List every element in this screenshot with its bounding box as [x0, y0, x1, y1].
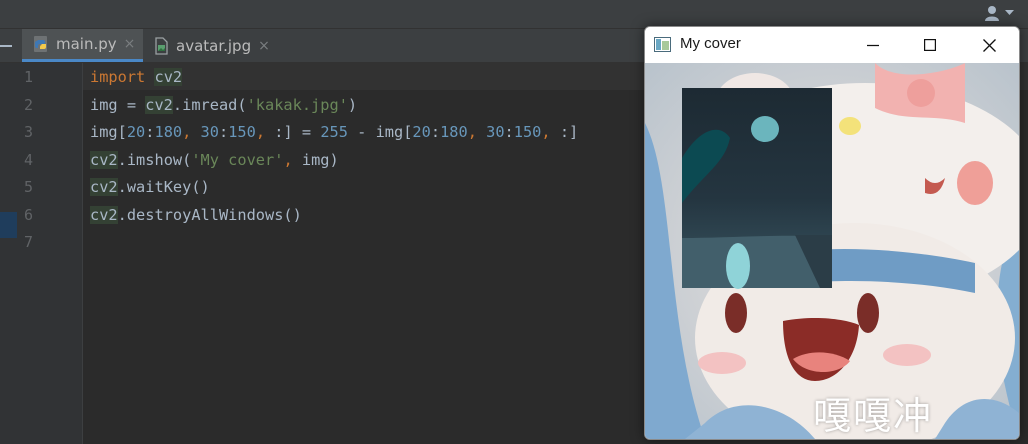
- code-token: cv2: [154, 68, 183, 86]
- minimize-icon: [867, 44, 879, 47]
- code-token: 'My cover': [191, 150, 284, 169]
- code-token: cv2: [145, 95, 173, 114]
- code-token: 30: [486, 123, 505, 141]
- code-token: .imshow(: [117, 150, 192, 169]
- user-icon: [985, 5, 999, 21]
- code-token: :]: [559, 123, 579, 141]
- code-token: 255: [320, 123, 348, 141]
- code-line[interactable]: cv2.waitKey(): [90, 174, 210, 201]
- top-toolbar: [0, 0, 1028, 29]
- code-token: 150: [513, 123, 542, 141]
- code-token: :: [430, 123, 441, 141]
- line-number: 7: [24, 233, 34, 251]
- displayed-image: 嘎嘎冲: [645, 63, 1019, 439]
- code-token: 20: [126, 123, 146, 141]
- code-line[interactable]: img[20:180, 30:150, :] = 255 - img[20:18…: [90, 119, 578, 146]
- tab-label: main.py: [56, 35, 117, 53]
- minimize-button[interactable]: [850, 27, 896, 63]
- close-icon: [982, 38, 996, 52]
- code-token: :: [218, 123, 229, 141]
- close-tab-icon[interactable]: ×: [258, 38, 270, 54]
- code-token: cv2: [90, 150, 118, 169]
- line-number: 4: [24, 150, 34, 169]
- code-line[interactable]: img = cv2.imread('kakak.jpg'): [90, 92, 357, 119]
- code-token: 'kakak.jpg': [246, 95, 348, 114]
- close-tab-icon[interactable]: ×: [124, 36, 136, 52]
- code-token: .waitKey(): [117, 178, 210, 196]
- image-window[interactable]: My cover 嘎嘎冲: [644, 26, 1020, 440]
- code-line[interactable]: cv2.destroyAllWindows(): [90, 202, 302, 229]
- code-token: import: [90, 68, 146, 86]
- window-title: My cover: [680, 35, 741, 52]
- tab-main-py[interactable]: main.py ×: [22, 29, 144, 62]
- image-file-icon: [155, 36, 168, 55]
- tab-avatar-jpg[interactable]: avatar.jpg ×: [142, 29, 278, 62]
- code-token: img =: [90, 95, 146, 114]
- code-token: .destroyAllWindows(): [117, 205, 302, 224]
- user-menu[interactable]: [974, 2, 1014, 24]
- plush-doll-photo: [645, 63, 1019, 439]
- line-number: 2: [24, 95, 34, 114]
- python-file-icon: [34, 36, 47, 52]
- chevron-down-icon: [1005, 10, 1014, 15]
- code-token: :: [504, 123, 514, 141]
- gutter-marker: [0, 212, 17, 238]
- code-token: :] =: [274, 123, 321, 141]
- code-token: img): [301, 150, 339, 169]
- tab-label: avatar.jpg: [176, 36, 252, 55]
- tab-overflow-marker[interactable]: [0, 45, 12, 47]
- close-window-button[interactable]: [966, 27, 1012, 63]
- code-token: - img[: [347, 123, 413, 141]
- code-token: 180: [440, 123, 468, 141]
- window-titlebar[interactable]: My cover: [645, 27, 1019, 63]
- line-number: 5: [24, 178, 34, 196]
- code-token: ,: [255, 123, 275, 141]
- code-token: ,: [283, 150, 302, 169]
- code-token: cv2: [90, 205, 118, 224]
- code-token: ,: [541, 123, 560, 141]
- image-caption: 嘎嘎冲: [813, 394, 934, 438]
- code-token: ,: [182, 123, 201, 141]
- code-line[interactable]: cv2.imshow('My cover', img): [90, 147, 339, 174]
- line-number: 6: [24, 205, 34, 224]
- code-token: 150: [228, 123, 256, 141]
- maximize-icon: [924, 39, 936, 51]
- line-number: 1: [24, 68, 34, 86]
- code-token: ): [347, 95, 358, 114]
- code-token: cv2: [90, 178, 118, 196]
- code-token: 30: [200, 123, 219, 141]
- code-line[interactable]: import cv2: [90, 64, 183, 91]
- code-token: 20: [412, 123, 431, 141]
- maximize-button[interactable]: [907, 27, 953, 63]
- code-token: 180: [154, 123, 183, 141]
- code-token: .imread(: [172, 95, 247, 114]
- line-number: 3: [24, 123, 34, 141]
- opencv-window-icon: [654, 37, 671, 52]
- code-token: ,: [467, 123, 487, 141]
- code-token: img[: [90, 123, 127, 141]
